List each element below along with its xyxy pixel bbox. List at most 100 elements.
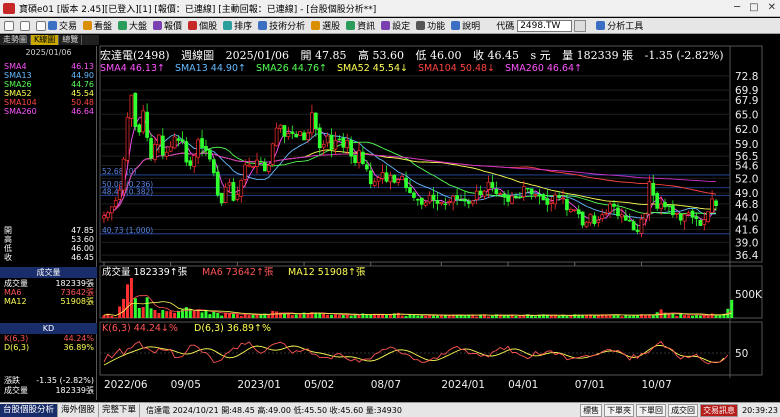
candlestick bbox=[137, 123, 142, 136]
volume-bar bbox=[290, 315, 294, 318]
candlestick bbox=[262, 158, 267, 172]
candle-body bbox=[584, 221, 589, 228]
candle-body bbox=[518, 196, 522, 199]
candle-body bbox=[361, 151, 365, 164]
price-tick-label: 36.4 bbox=[735, 250, 759, 262]
volume-bar bbox=[165, 311, 169, 318]
volume-bar bbox=[730, 299, 734, 318]
candle-body bbox=[706, 211, 711, 222]
candle-body bbox=[106, 212, 110, 218]
candle-body bbox=[231, 182, 236, 201]
candlestick bbox=[372, 178, 377, 188]
candle-body bbox=[141, 110, 146, 133]
candle-body bbox=[694, 216, 699, 220]
candlestick bbox=[341, 133, 346, 154]
candle-body bbox=[463, 198, 467, 202]
volume-bar bbox=[573, 314, 577, 318]
candlestick bbox=[482, 189, 487, 200]
date-tick-label: 07/01 bbox=[575, 379, 605, 391]
candlestick bbox=[486, 175, 491, 198]
candle-body bbox=[608, 203, 612, 213]
volume-bar bbox=[239, 316, 243, 318]
order-query-button[interactable]: 下單回 bbox=[636, 404, 667, 417]
volume-bar bbox=[667, 314, 671, 318]
volume-bar bbox=[687, 315, 691, 318]
candle-body bbox=[313, 112, 318, 129]
deal-return-button[interactable]: 成交回 bbox=[668, 404, 699, 417]
candlestick bbox=[235, 186, 240, 202]
candle-body bbox=[219, 192, 224, 204]
candle-body bbox=[561, 197, 565, 200]
candle-body bbox=[266, 165, 271, 172]
candlestick bbox=[553, 192, 558, 210]
candle-body bbox=[208, 149, 212, 160]
volume-bar bbox=[145, 297, 149, 318]
date-tick-label: 09/05 bbox=[171, 379, 201, 391]
volume-bar bbox=[133, 298, 137, 318]
d-line bbox=[103, 345, 725, 366]
candle-body bbox=[121, 158, 126, 191]
tender-button[interactable]: 標售 bbox=[580, 404, 603, 417]
price-tick-label: 65.0 bbox=[735, 109, 758, 121]
candle-body bbox=[384, 172, 389, 182]
kd-legend: K(6,3) 44.24↓% D(6,3) 36.89↑% bbox=[102, 323, 271, 334]
candle-body bbox=[498, 193, 503, 195]
volume-bar bbox=[192, 310, 196, 318]
volume-bar bbox=[228, 313, 232, 318]
candlestick bbox=[274, 122, 279, 147]
price-chart[interactable]: 52.68 (0)50.08 (0.236)48.49 (0.382)40.73… bbox=[0, 0, 780, 400]
candle-body bbox=[372, 181, 377, 186]
candle-body bbox=[176, 138, 181, 141]
candlestick bbox=[200, 129, 204, 156]
candle-body bbox=[565, 199, 569, 211]
candle-body bbox=[353, 154, 357, 163]
candlestick bbox=[647, 175, 652, 221]
candle-body bbox=[400, 175, 404, 181]
candlestick bbox=[302, 130, 306, 141]
status-tab-order[interactable]: 完整下單 bbox=[99, 403, 141, 417]
candlestick bbox=[153, 137, 157, 163]
volume-bar bbox=[518, 315, 522, 318]
volume-bar bbox=[149, 308, 153, 318]
candle-body bbox=[510, 195, 514, 204]
candlestick bbox=[133, 92, 138, 131]
candle-body bbox=[149, 138, 153, 159]
price-tick-label: 72.8 bbox=[735, 71, 758, 83]
candlestick bbox=[157, 134, 161, 154]
candle-body bbox=[455, 195, 459, 200]
candle-body bbox=[337, 138, 342, 141]
status-tab-overseas[interactable]: 海外個股 bbox=[58, 403, 100, 417]
volume-bar bbox=[612, 314, 616, 318]
candle-body bbox=[160, 135, 165, 156]
status-buttons: 標售 下單夾 下單回 成交回 交易訊息 20:39:23 bbox=[580, 404, 778, 417]
volume-bar bbox=[581, 315, 585, 318]
candlestick bbox=[361, 146, 365, 166]
clock: 20:39:23 bbox=[742, 406, 778, 415]
candle-body bbox=[596, 219, 601, 223]
candle-body bbox=[317, 127, 322, 149]
candle-body bbox=[290, 131, 295, 134]
candle-body bbox=[667, 205, 671, 207]
candlestick bbox=[102, 211, 106, 224]
order-window-button[interactable]: 下單夾 bbox=[604, 404, 635, 417]
volume-bar bbox=[259, 314, 263, 318]
volume-bar bbox=[118, 306, 122, 318]
candlestick bbox=[529, 188, 534, 200]
candlestick bbox=[576, 205, 581, 219]
date-tick-label: 2024/01 bbox=[441, 379, 485, 391]
volume-bar bbox=[204, 310, 208, 318]
candlestick bbox=[494, 181, 499, 197]
volume-bar bbox=[675, 315, 679, 318]
kd-legend-item: D(6,3) 36.89↑% bbox=[194, 323, 271, 334]
candle-body bbox=[588, 213, 593, 224]
volume-bar bbox=[137, 307, 141, 318]
volume-bar bbox=[377, 314, 381, 318]
candlestick bbox=[208, 149, 212, 162]
candle-body bbox=[157, 134, 161, 146]
candlestick bbox=[188, 156, 193, 170]
trade-notice-button[interactable]: 交易訊息 bbox=[700, 404, 739, 417]
volume-bar bbox=[169, 311, 173, 318]
status-tab-analysis[interactable]: 台股個股分析 bbox=[0, 403, 59, 417]
candle-body bbox=[286, 133, 291, 138]
candle-body bbox=[631, 221, 636, 231]
